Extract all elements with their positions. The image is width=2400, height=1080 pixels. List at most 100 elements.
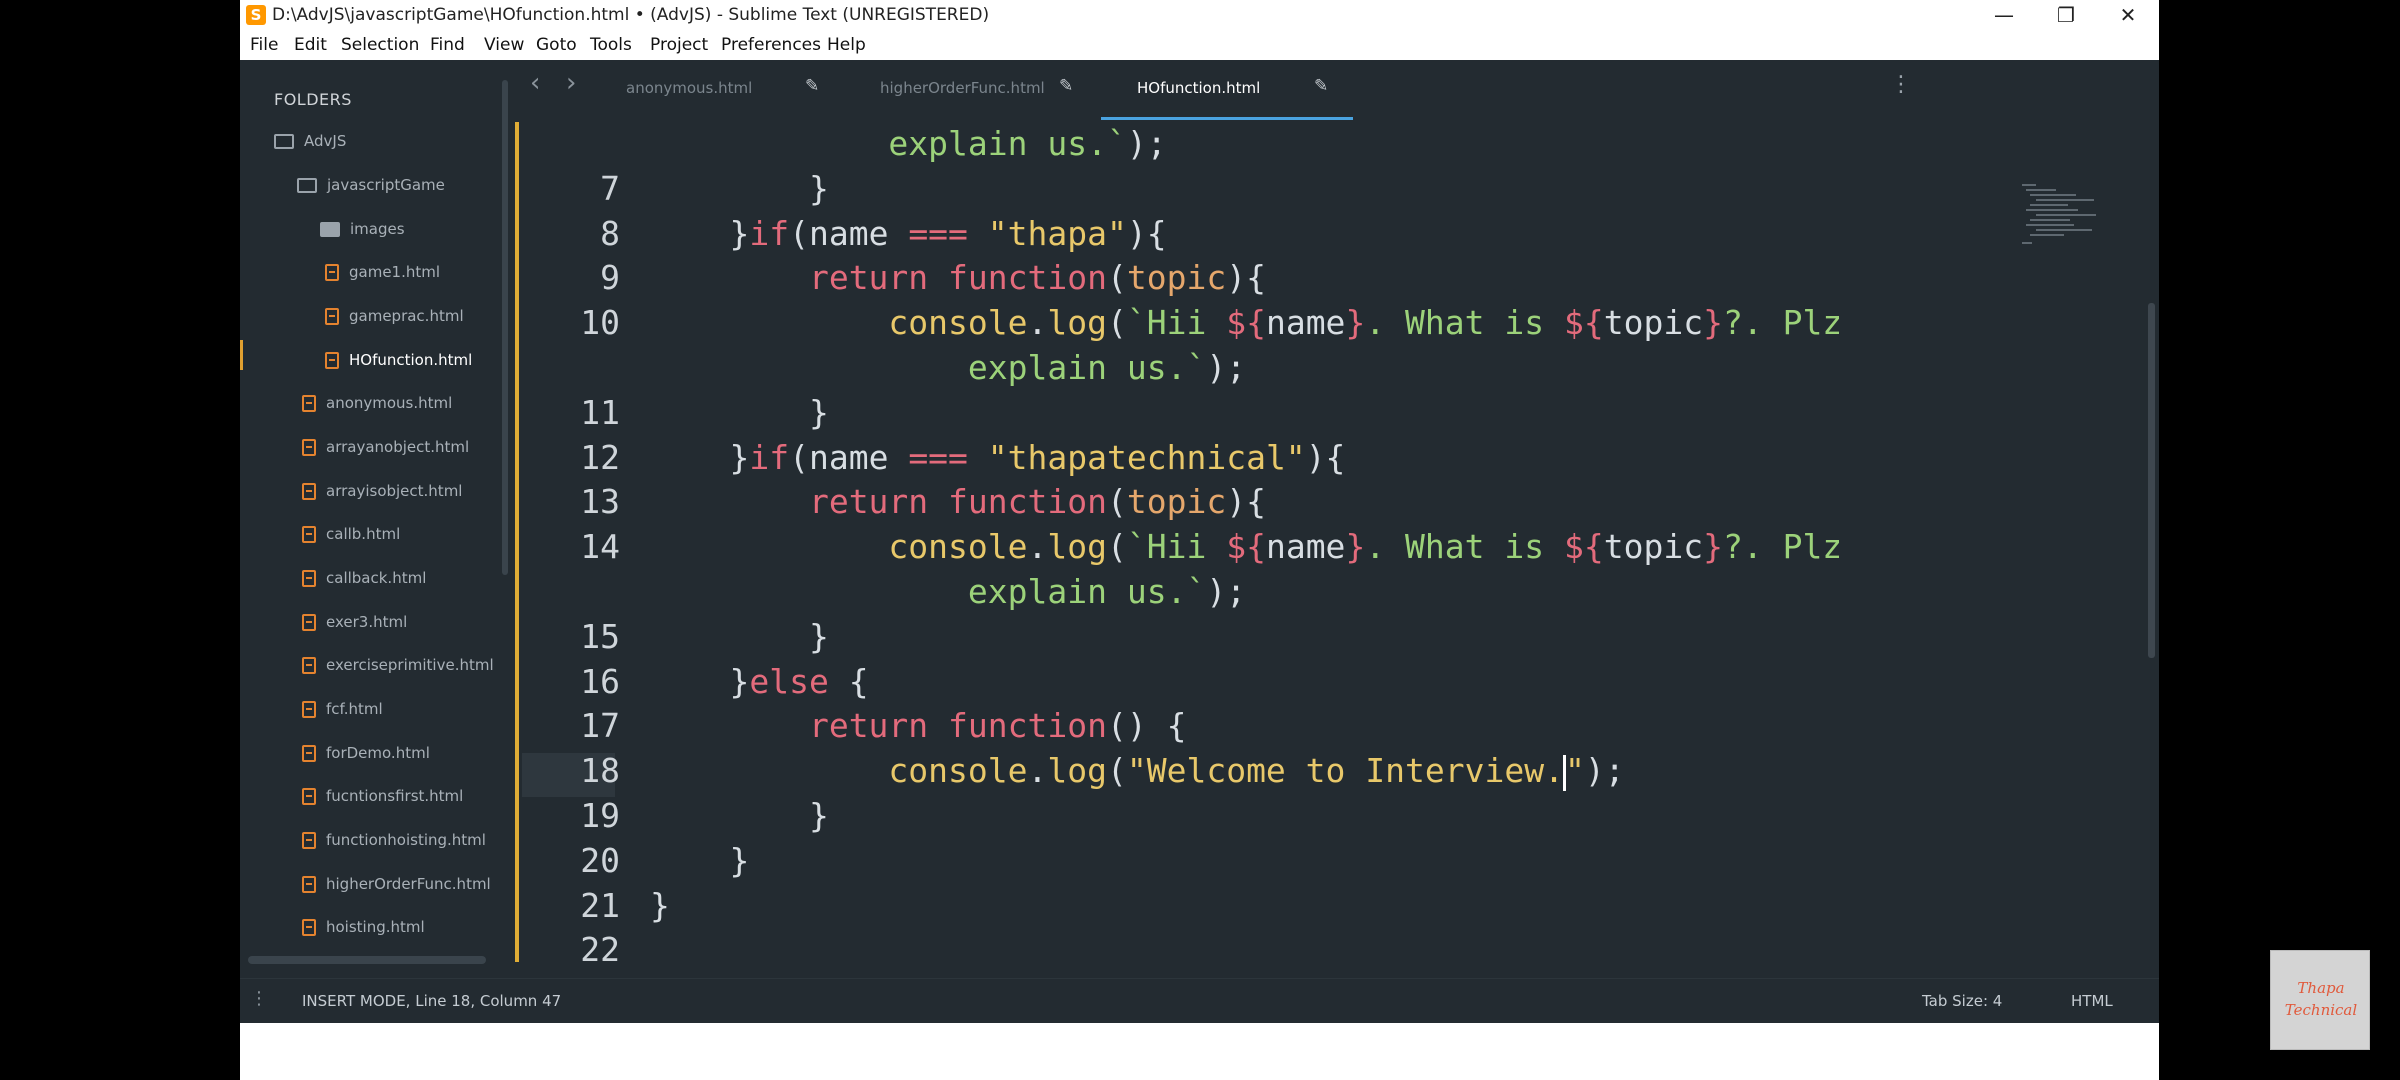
code-token: ){ xyxy=(1226,482,1266,522)
line-number: 19 xyxy=(580,796,620,835)
line-number: 20 xyxy=(580,840,620,880)
close-button[interactable]: ✕ xyxy=(2097,0,2159,30)
sidebar-item-functionhoisting[interactable]: functionhoisting.html xyxy=(302,824,486,856)
sidebar-vertical-scrollbar[interactable] xyxy=(502,80,508,575)
code-text: }if(name === "thapatechnical"){ xyxy=(650,438,1345,477)
sidebar-item-game1[interactable]: game1.html xyxy=(325,256,440,288)
code-token: } xyxy=(650,213,750,253)
menu-goto[interactable]: Goto xyxy=(536,35,577,55)
sidebar-item-gameprac[interactable]: gameprac.html xyxy=(325,300,464,332)
sidebar-horizontal-scrollbar[interactable] xyxy=(248,956,486,964)
tab-higherorderfunc[interactable]: higherOrderFunc.html ✎ xyxy=(855,60,1105,120)
sidebar-item-higherorderfunc[interactable]: higherOrderFunc.html xyxy=(302,868,491,900)
sidebar-item-label: anonymous.html xyxy=(326,394,453,412)
sidebar-item-label: AdvJS xyxy=(304,132,347,150)
code-text: } xyxy=(650,393,829,432)
html-file-icon xyxy=(302,831,316,849)
tab-hofunction[interactable]: HOfunction.html ✎ xyxy=(1110,60,1360,120)
sidebar-item-anonymous[interactable]: anonymous.html xyxy=(302,387,452,419)
code-token: if xyxy=(749,437,790,477)
menu-find[interactable]: Find xyxy=(430,35,465,55)
sidebar-item-label: arrayisobject.html xyxy=(326,482,463,500)
sidebar-item-fordemo[interactable]: forDemo.html xyxy=(302,737,430,769)
menu-tools[interactable]: Tools xyxy=(590,35,632,55)
code-token: `Hii xyxy=(1126,303,1227,343)
editor-vertical-scrollbar[interactable] xyxy=(2148,303,2155,658)
sidebar-item-arrayanobject[interactable]: arrayanobject.html xyxy=(302,431,469,463)
code-editor[interactable]: explain us.`); 7 } 8 }if(name === "thapa")… xyxy=(515,122,2159,962)
sidebar-item-callback[interactable]: callback.html xyxy=(302,562,426,594)
line-number: 7 xyxy=(600,168,620,208)
line-number: 8 xyxy=(600,213,620,253)
menu-preferences[interactable]: Preferences xyxy=(721,35,821,55)
sidebar-item-javascriptgame[interactable]: javascriptGame xyxy=(297,169,445,201)
code-token: ?. Plz xyxy=(1722,527,1843,567)
code-token: ${ xyxy=(1564,527,1604,567)
html-file-icon xyxy=(302,875,316,893)
sidebar-item-label: functionhoisting.html xyxy=(326,831,486,849)
status-menu-icon[interactable]: ⋮ xyxy=(250,988,268,1009)
code-text: }if(name === "thapa"){ xyxy=(650,213,1166,253)
menu-file[interactable]: File xyxy=(250,35,278,55)
window-title: D:\AdvJS\javascriptGame\HOfunction.html … xyxy=(272,5,990,25)
html-file-icon xyxy=(302,700,316,718)
code-token: } xyxy=(1345,527,1366,567)
folder-filled-icon xyxy=(320,221,340,237)
folders-header: FOLDERS xyxy=(274,90,352,109)
pencil-icon[interactable]: ✎ xyxy=(1314,76,1328,96)
line-number: 15 xyxy=(580,616,620,656)
menu-edit[interactable]: Edit xyxy=(294,35,327,55)
minimap[interactable] xyxy=(2018,180,2098,260)
sidebar-item-label: forDemo.html xyxy=(326,744,430,762)
sidebar-item-fcf[interactable]: fcf.html xyxy=(302,693,383,725)
code-token: function xyxy=(948,258,1107,298)
status-mode-position: INSERT MODE, Line 18, Column 47 xyxy=(302,992,562,1010)
tab-forward-arrow-icon[interactable]: › xyxy=(566,68,576,98)
pencil-icon[interactable]: ✎ xyxy=(1059,76,1073,96)
sidebar-item-callb[interactable]: callb.html xyxy=(302,518,400,550)
code-text: explain us.`); xyxy=(650,572,1246,611)
code-token: if xyxy=(749,213,790,253)
code-token: } xyxy=(650,885,670,925)
code-token: return xyxy=(808,706,929,746)
sidebar-item-advjs[interactable]: AdvJS xyxy=(274,125,346,157)
syntax-selector[interactable]: HTML xyxy=(2071,992,2113,1010)
sidebar-item-hofunction[interactable]: HOfunction.html xyxy=(325,344,472,376)
code-token: topic xyxy=(1126,258,1227,298)
sidebar-item-fucntionsfirst[interactable]: fucntionsfirst.html xyxy=(302,780,463,812)
code-token: `Hii xyxy=(1126,527,1227,567)
tab-back-arrow-icon[interactable]: ‹ xyxy=(530,68,540,98)
more-options-icon[interactable]: ⋮ xyxy=(1890,72,1912,97)
sidebar-item-exerciseprimitive[interactable]: exerciseprimitive.html xyxy=(302,649,494,681)
code-token: ); xyxy=(1206,572,1247,611)
menu-view[interactable]: View xyxy=(484,35,524,55)
sidebar-item-label: javascriptGame xyxy=(327,176,445,194)
maximize-button[interactable]: ❐ xyxy=(2035,0,2097,30)
menu-help[interactable]: Help xyxy=(827,35,866,55)
sidebar-item-hoisting[interactable]: hoisting.html xyxy=(302,911,425,943)
sidebar-item-exer3[interactable]: exer3.html xyxy=(302,606,407,638)
code-token: log xyxy=(1047,751,1107,791)
minimize-button[interactable]: — xyxy=(1973,0,2035,30)
sidebar-item-label: callback.html xyxy=(326,569,427,587)
code-token: ( xyxy=(1107,482,1127,522)
code-token: . What is xyxy=(1365,303,1564,343)
sidebar-item-images[interactable]: images xyxy=(320,213,405,245)
pencil-icon[interactable]: ✎ xyxy=(805,76,819,96)
sidebar-item-arrayisobject[interactable]: arrayisobject.html xyxy=(302,475,462,507)
tab-anonymous[interactable]: anonymous.html ✎ xyxy=(600,60,850,120)
tab-label: anonymous.html xyxy=(626,79,753,97)
menu-project[interactable]: Project xyxy=(650,35,708,55)
code-token: } xyxy=(650,840,750,880)
html-file-icon xyxy=(302,525,316,543)
code-token: ( xyxy=(1106,527,1127,567)
menu-selection[interactable]: Selection xyxy=(341,35,419,55)
code-token: . xyxy=(1027,751,1048,791)
line-number: 11 xyxy=(580,392,620,432)
tab-size-selector[interactable]: Tab Size: 4 xyxy=(1922,992,2002,1010)
code-token: ){ xyxy=(1305,437,1346,477)
